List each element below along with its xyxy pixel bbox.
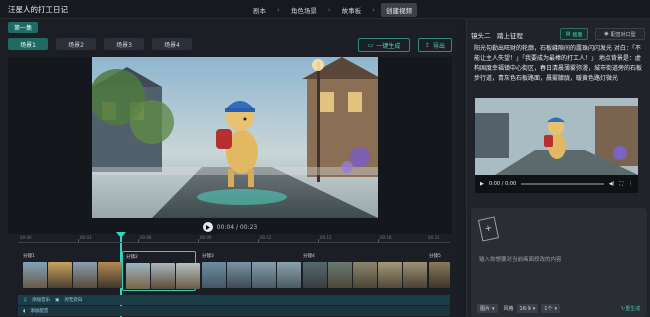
clip-5[interactable]: 分镜5 (426, 251, 450, 291)
tab-scene-3[interactable]: 场景3 (104, 38, 144, 50)
aspect-ratio-value: 16:9 (519, 305, 531, 312)
chevron-right-icon: › (277, 5, 280, 14)
tab-scene-1[interactable]: 场景1 (8, 38, 48, 50)
step-characters[interactable]: 角色场景 (286, 3, 322, 17)
shot-video-time: 0:00 / 0:00 (488, 181, 517, 187)
step-storyboard[interactable]: 故事板 (337, 3, 367, 17)
lip-sync-icon: ◉ (604, 31, 609, 37)
shot-video-player[interactable]: ▶ 0:00 / 0:00 ◀) ⛶ ⋮ (475, 98, 638, 193)
timeline-ruler[interactable]: 00:00 00:03 00:06 00:09 00:12 00:15 00:1… (18, 234, 450, 243)
add-voice-label: 添加配音 (30, 309, 49, 314)
player-controls: 00:04 / 00:23 (8, 220, 452, 234)
tick-label: 00:12 (260, 235, 272, 240)
plus-icon: + (483, 223, 494, 235)
scene-tabs: 场景1 场景2 场景3 场景4 (8, 38, 192, 50)
clip-label: 分镜3 (202, 254, 214, 259)
shot-description: 阳光勾勒出旺财的轮廓，石板缝隙间的露珠闪闪发光 对白：「不能让主人失望！」「我要… (474, 45, 643, 82)
music-track[interactable]: ♫ 添加音乐 ▣ 对无旁白 (18, 295, 450, 305)
clip-thumbnails (429, 262, 450, 288)
image-mode-button[interactable]: ▨ 画面 (560, 28, 588, 40)
step-create-video[interactable]: 创建视频 (380, 2, 417, 17)
generate-all-button[interactable]: ▭ 一键生成 (358, 38, 410, 52)
tick-label: 00:00 (20, 235, 32, 240)
play-button[interactable] (202, 222, 213, 232)
clip-label: 分镜4 (303, 254, 315, 259)
chevron-right-icon: › (372, 5, 375, 14)
shot-video-progress[interactable] (521, 183, 604, 185)
volume-icon[interactable]: ◀) (609, 181, 615, 187)
microphone-icon: ◖ (23, 308, 26, 314)
chevron-right-icon: › (327, 5, 331, 14)
shot-title: 镜头二 踏上征程 (471, 32, 523, 40)
video-preview: 00:04 / 00:23 (8, 57, 452, 234)
lip-sync-button[interactable]: ◉ 配音对口型 (595, 28, 645, 40)
tab-scene-2[interactable]: 场景2 (56, 38, 96, 50)
clip-3[interactable]: 分镜3 (199, 251, 301, 291)
clip-label: 分镜1 (23, 254, 35, 259)
tick-label: 00:21 (428, 235, 440, 240)
tick-label: 00:18 (380, 235, 392, 240)
image-mode-label: 画面 (572, 31, 583, 38)
clip-track: 分镜1 分镜2 分镜3 分镜4 分镜5 (18, 251, 450, 291)
lip-sync-label: 配音对口型 (610, 31, 636, 38)
shot-panel: 镜头二 踏上征程 ▨ 画面 ◉ 配音对口型 阳光勾勒出旺财的轮廓，石板缝隙间的露… (466, 19, 650, 317)
scene-illustration (92, 57, 378, 218)
music-icon: ♫ (23, 297, 28, 303)
fullscreen-icon[interactable]: ⛶ (619, 181, 623, 187)
chevron-down-icon: ▾ (492, 305, 495, 312)
clip-2[interactable]: 分镜2 (122, 251, 200, 291)
clip-label: 分镜2 (126, 255, 138, 260)
clip-label: 分镜5 (429, 254, 441, 259)
tick-label: 00:09 (200, 235, 212, 240)
regenerate-label: 重生成 (625, 306, 641, 312)
playhead-handle-icon[interactable] (116, 232, 126, 238)
voice-track[interactable]: ◖ 添加配音 (18, 306, 450, 316)
clip-4[interactable]: 分镜4 (300, 251, 427, 291)
step-script[interactable]: 剧本 (248, 3, 271, 17)
edit-panel: + 输入你想要对当前画面修改的内容 图片 ▾ 风格 16:9 ▾ 1个 ▾ ↻重… (471, 208, 647, 317)
tick-label: 00:06 (140, 235, 152, 240)
tab-scene-4[interactable]: 场景4 (152, 38, 192, 50)
no-narration-label: 对无旁白 (64, 298, 83, 303)
clip-thumbnails (202, 262, 301, 288)
clip-thumbnails (126, 263, 200, 289)
episode-button[interactable]: 第一集 (8, 22, 38, 33)
clip-1[interactable]: 分镜1 (20, 251, 122, 291)
export-label: 导出 (433, 42, 446, 50)
regenerate-button[interactable]: ↻重生成 (621, 305, 640, 312)
monitor-icon: ▭ (367, 41, 374, 49)
image-icon: ▨ (565, 31, 571, 37)
tick-label: 00:15 (320, 235, 332, 240)
media-type-select[interactable]: 图片 ▾ (477, 304, 498, 313)
play-icon (206, 224, 211, 230)
add-reference-button[interactable]: + (477, 216, 500, 242)
preview-frame (92, 57, 378, 218)
generate-all-label: 一键生成 (376, 42, 401, 50)
subtitle-icon: ▣ (55, 297, 60, 303)
generation-options: 图片 ▾ 风格 16:9 ▾ 1个 ▾ (477, 304, 560, 313)
shot-video-frame (475, 98, 638, 175)
playback-time: 00:04 / 00:23 (216, 223, 258, 231)
workflow-steps: 剧本 › 角色场景 › 故事板 › 创建视频 (248, 2, 417, 17)
media-type-value: 图片 (480, 306, 491, 312)
export-button[interactable]: ⇪ 导出 (418, 38, 452, 52)
edit-input[interactable]: 输入你想要对当前画面修改的内容 (479, 255, 562, 263)
shot-video-controls: ▶ 0:00 / 0:00 ◀) ⛶ ⋮ (475, 175, 638, 193)
add-music-label: 添加音乐 (32, 298, 51, 303)
app-title: 汪星人的打工日记 (8, 5, 68, 14)
export-icon: ⇪ (424, 41, 430, 49)
count-value: 1个 (544, 306, 553, 312)
aspect-ratio-select[interactable]: 16:9 ▾ (516, 304, 539, 313)
tick-label: 00:03 (80, 235, 92, 240)
chevron-down-icon: ▾ (554, 305, 557, 312)
top-bar: 汪星人的打工日记 剧本 › 角色场景 › 故事板 › 创建视频 (0, 0, 650, 19)
count-select[interactable]: 1个 ▾ (541, 304, 560, 313)
clip-thumbnails (23, 262, 122, 288)
clip-thumbnails (303, 262, 427, 288)
chevron-down-icon: ▾ (532, 305, 536, 312)
shot-illustration (475, 98, 638, 175)
play-icon[interactable]: ▶ (480, 181, 484, 187)
more-icon[interactable]: ⋮ (628, 181, 633, 187)
style-label[interactable]: 风格 (504, 305, 514, 312)
